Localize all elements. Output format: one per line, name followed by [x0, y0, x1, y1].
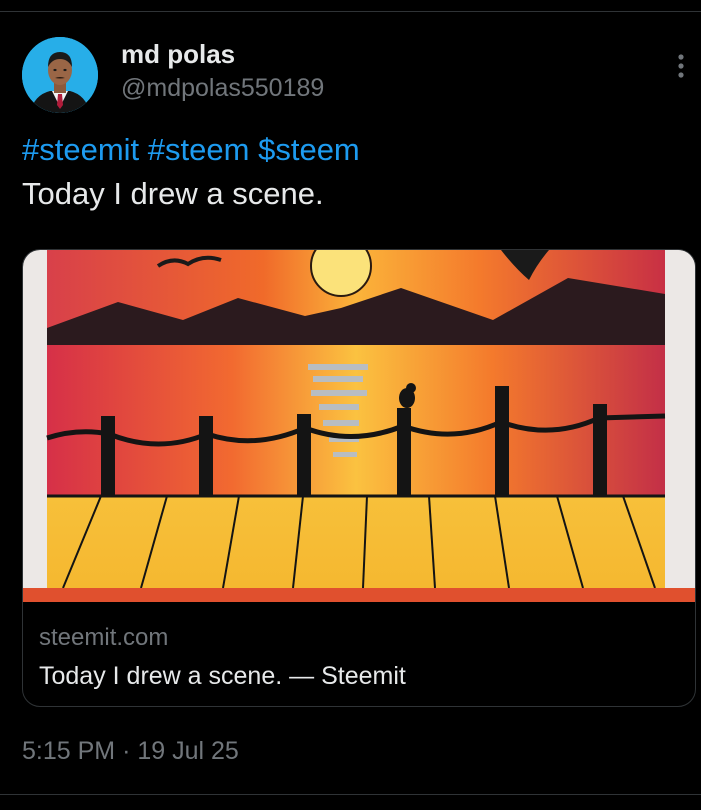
tweet-text: #steemit #steem $steem Today I drew a sc…	[22, 128, 682, 216]
bottom-divider	[0, 794, 701, 795]
more-options-button[interactable]	[666, 50, 696, 82]
tweet-date: 19 Jul 25	[137, 737, 239, 765]
top-divider	[0, 11, 701, 12]
avatar-image	[22, 37, 98, 113]
hashtag-line: #steemit #steem $steem	[22, 128, 682, 172]
link-card-title: Today I drew a scene. — Steemit	[39, 662, 406, 690]
author-handle[interactable]: @mdpolas550189	[121, 72, 324, 104]
link-preview-image	[23, 250, 695, 602]
link-card-domain: steemit.com	[39, 624, 169, 651]
hashtag-steemit[interactable]: #steemit	[22, 132, 139, 167]
more-vertical-icon	[678, 54, 684, 78]
hashtag-steem[interactable]: #steem	[148, 132, 250, 167]
link-preview-card[interactable]: steemit.com Today I drew a scene. — Stee…	[22, 249, 696, 707]
tweet-timestamp[interactable]: 5:15 PM · 19 Jul 25	[22, 734, 239, 768]
tweet-body: Today I drew a scene.	[22, 176, 324, 211]
sunset-drawing	[23, 250, 695, 602]
cashtag-steem[interactable]: $steem	[258, 132, 360, 167]
tweet-time: 5:15 PM	[22, 737, 116, 765]
author-display-name[interactable]: md polas	[121, 38, 235, 70]
avatar[interactable]	[22, 37, 98, 113]
timestamp-separator: ·	[122, 737, 131, 765]
